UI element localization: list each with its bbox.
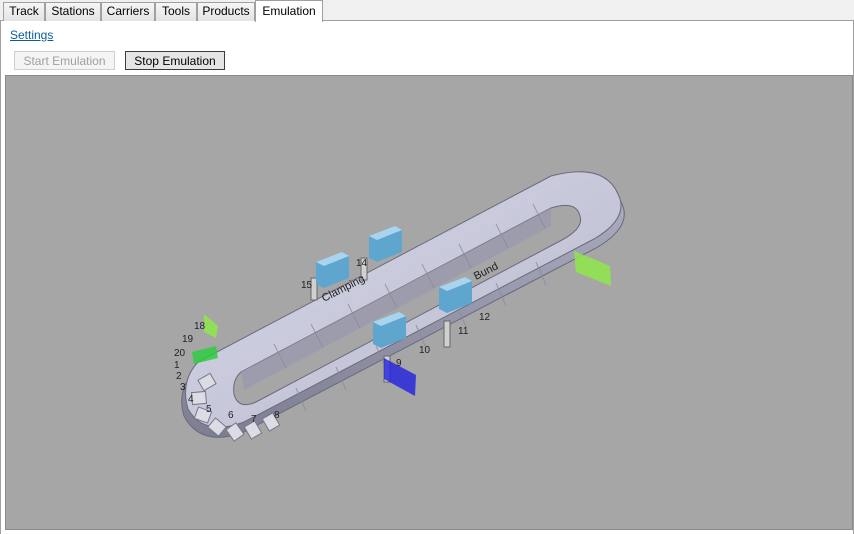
start-emulation-button[interactable]: Start Emulation [14,51,115,70]
tab-stations[interactable]: Stations [45,2,101,21]
tab-carriers[interactable]: Carriers [101,2,155,21]
position-number: 10 [419,345,431,356]
position-number: 3 [180,382,186,393]
position-number: 20 [174,348,186,359]
position-number: 9 [396,358,402,369]
marker-green-right [574,251,611,286]
emulation-panel: Settings Start Emulation Stop Emulation [0,21,854,534]
position-number: 1 [174,360,180,371]
settings-link[interactable]: Settings [10,28,53,42]
position-number: 6 [228,410,234,421]
tab-emulation[interactable]: Emulation [255,0,323,22]
stop-emulation-button[interactable]: Stop Emulation [125,51,225,70]
tab-bar: Track Stations Carriers Tools Products E… [0,0,854,22]
position-number: 19 [182,334,194,345]
track-loop [181,171,625,442]
position-number: 8 [274,410,280,421]
position-number: 5 [206,404,212,415]
track-scene[interactable]: Clamping Bund 15 14 12 11 10 9 18 19 20 … [6,76,853,530]
position-number: 18 [194,321,206,332]
position-number: 14 [356,258,368,269]
position-number: 15 [301,280,313,291]
tab-products[interactable]: Products [197,2,255,21]
position-number: 4 [188,394,194,405]
marker-green-left-top [204,314,218,338]
position-number: 12 [479,312,491,323]
position-number: 11 [458,326,469,337]
tab-tools[interactable]: Tools [155,2,197,21]
position-number: 2 [176,371,182,382]
emulation-3d-viewport[interactable]: Clamping Bund 15 14 12 11 10 9 18 19 20 … [5,75,853,530]
position-number: 7 [251,414,257,425]
tab-track[interactable]: Track [3,2,45,21]
